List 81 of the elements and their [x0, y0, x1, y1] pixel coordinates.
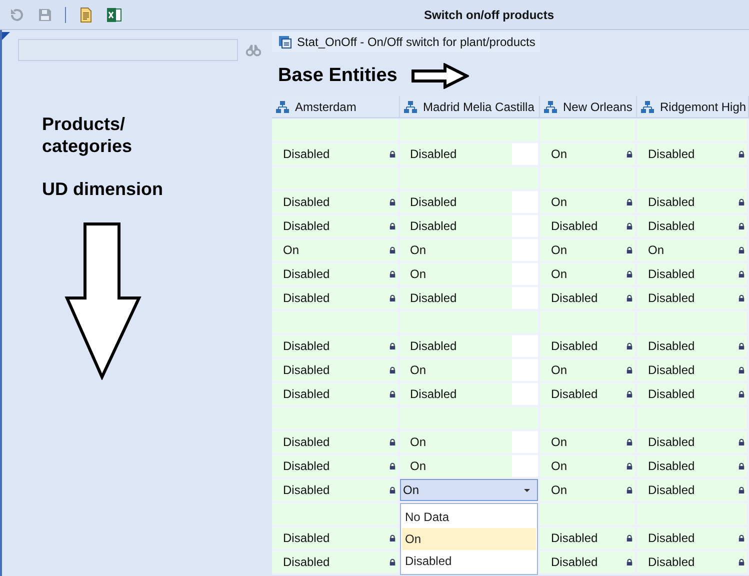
table-cell[interactable]: On: [400, 431, 540, 455]
right-arrow-icon: [411, 63, 470, 89]
form-title: Stat_OnOff - On/Off switch for plant/products: [297, 35, 536, 49]
caret-icon: [524, 488, 530, 492]
document-icon[interactable]: [78, 6, 94, 22]
cell-value: On: [551, 147, 568, 161]
spreadsheet-icon[interactable]: [106, 6, 122, 22]
cell-value: Disabled: [283, 219, 330, 233]
window-title: Switch on/off products: [423, 8, 555, 22]
cell-value: Disabled: [283, 147, 330, 161]
annotation-text: Products/ categories: [42, 113, 134, 157]
cell-value: Disabled: [283, 555, 330, 569]
cell-value: Disabled: [283, 459, 330, 473]
cell-value: Disabled: [283, 195, 330, 209]
cell-value: Disabled: [551, 291, 598, 305]
cell-value: Disabled: [551, 531, 598, 545]
column-header[interactable]: Amsterdam: [272, 96, 400, 118]
cell-value: Disabled: [551, 387, 598, 401]
column-header[interactable]: Ridgemont High: [637, 96, 749, 118]
hierarchy-icon: [404, 100, 417, 112]
table-cell[interactable]: On: [400, 455, 540, 479]
cell-value: Disabled: [283, 267, 330, 281]
dropdown-option[interactable]: No Data: [402, 506, 536, 528]
cell-value: Disabled: [648, 291, 695, 305]
cell-value: Disabled: [648, 531, 695, 545]
table-cell[interactable]: On: [400, 359, 540, 383]
cell-value: Disabled: [551, 219, 598, 233]
cell-value: Disabled: [551, 339, 598, 353]
annotation-text: Base Entities: [278, 65, 398, 87]
corner-marker: [2, 32, 10, 40]
table-cell[interactable]: Disabled: [400, 143, 540, 167]
table-cell[interactable]: Disabled: [400, 215, 540, 239]
cell-value: On: [551, 363, 568, 377]
cell-value: Disabled: [648, 555, 695, 569]
dropdown-field[interactable]: On: [400, 479, 538, 501]
column-header[interactable]: New Orleans: [540, 96, 637, 118]
cell-value: Disabled: [648, 363, 695, 377]
hierarchy-icon: [544, 100, 557, 112]
cell-value: On: [551, 435, 568, 449]
save-icon[interactable]: [37, 6, 53, 22]
search-field[interactable]: [18, 39, 238, 61]
down-arrow-icon: [64, 222, 142, 380]
annotation-text: UD dimension: [42, 178, 164, 200]
cell-value: On: [648, 243, 664, 257]
table-cell[interactable]: Disabled: [400, 335, 540, 359]
cell-value: Disabled: [648, 195, 695, 209]
cell-value: Disabled: [648, 267, 695, 281]
form-icon: [278, 35, 292, 49]
refresh-icon[interactable]: [9, 6, 25, 22]
cell-value: On: [551, 483, 568, 497]
cell-value: Disabled: [283, 435, 330, 449]
table-cell[interactable]: On: [400, 239, 540, 263]
cell-value: On: [551, 243, 568, 257]
cell-value: Disabled: [648, 339, 695, 353]
cell-value: Disabled: [283, 339, 330, 353]
cell-value: Disabled: [648, 219, 695, 233]
cell-value: Disabled: [283, 291, 330, 305]
cell-value: Disabled: [648, 459, 695, 473]
table-cell[interactable]: Disabled: [400, 287, 540, 311]
binoculars-icon[interactable]: [246, 44, 261, 56]
cell-value: Disabled: [648, 483, 695, 497]
cell-value: Disabled: [551, 555, 598, 569]
cell-value: Disabled: [283, 387, 330, 401]
cell-value: Disabled: [283, 483, 330, 497]
cell-value: Disabled: [283, 363, 330, 377]
cell-value: On: [551, 459, 568, 473]
dropdown-option[interactable]: Disabled: [402, 550, 536, 572]
table-cell[interactable]: Disabled: [400, 191, 540, 215]
cell-value: Disabled: [648, 435, 695, 449]
cell-value: On: [551, 267, 568, 281]
cell-value: Disabled: [648, 387, 695, 401]
dropdown-option[interactable]: On: [402, 528, 536, 550]
table-cell[interactable]: Disabled: [400, 383, 540, 407]
hierarchy-icon: [641, 100, 654, 112]
column-header[interactable]: Madrid Melia Castilla: [400, 96, 540, 118]
table-cell[interactable]: On: [400, 263, 540, 287]
cell-value: On: [283, 243, 300, 257]
cell-value: On: [551, 195, 568, 209]
hierarchy-icon: [276, 100, 289, 112]
cell-value: Disabled: [648, 147, 695, 161]
cell-value: Disabled: [283, 531, 330, 545]
